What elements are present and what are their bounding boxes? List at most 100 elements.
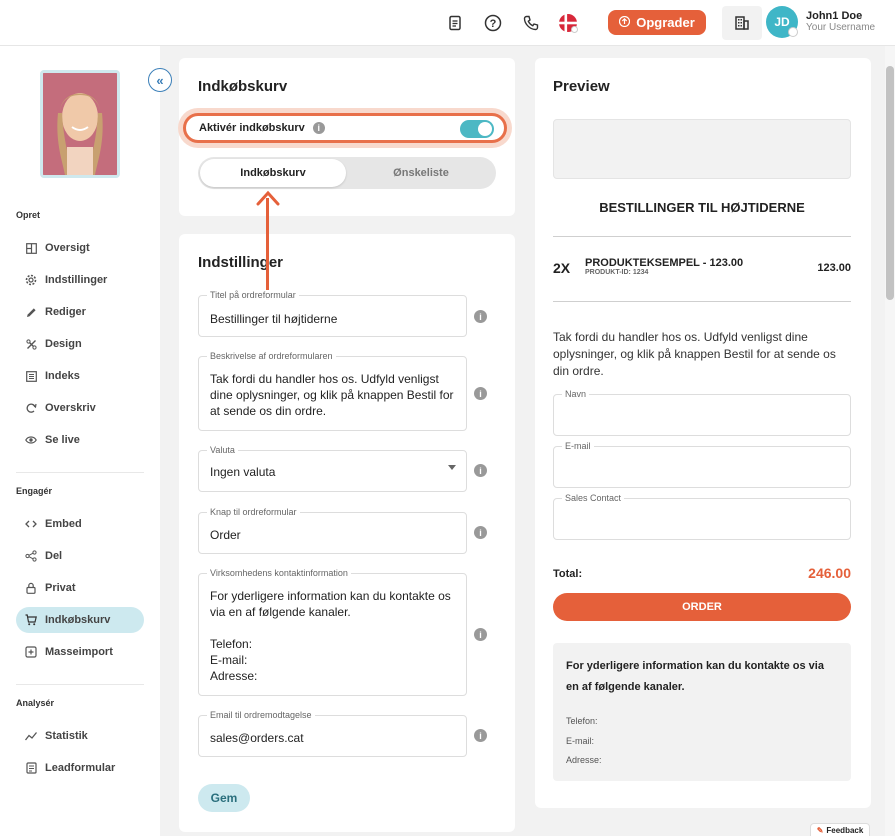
sidebar-item-label: Overskriv (45, 402, 96, 414)
settings-title: Indstillinger (198, 254, 284, 271)
field-value: For yderligere information kan du kontak… (210, 589, 451, 683)
preview-divider (553, 301, 851, 302)
upgrade-button[interactable]: Opgrader (608, 10, 706, 35)
save-button[interactable]: Gem (198, 784, 250, 812)
info-icon[interactable]: i (474, 310, 487, 323)
scrollbar[interactable] (885, 46, 895, 836)
feedback-button[interactable]: ✎ Feedback (810, 823, 870, 836)
field-label: Navn (562, 389, 590, 399)
currency-select[interactable]: Valuta Ingen valuta (198, 445, 467, 492)
sidebar-item-design[interactable]: Design (16, 331, 144, 357)
preview-contact-phone: Telefon: (566, 716, 598, 726)
danish-flag-icon[interactable] (557, 12, 579, 34)
preview-product-id: PRODUKT-ID: 1234 (585, 269, 649, 276)
building-icon[interactable] (722, 6, 762, 40)
field-value: Ingen valuta (210, 465, 276, 479)
form-icon (25, 762, 37, 774)
preview-contact-box: For yderligere information kan du kontak… (553, 643, 851, 781)
double-chevron-left-icon: « (156, 72, 164, 88)
order-form-description-field[interactable]: Beskrivelse af ordreformularen Tak fordi… (198, 351, 467, 431)
collapse-sidebar-button[interactable]: « (148, 68, 172, 92)
tab-cart[interactable]: Indkøbskurv (200, 159, 346, 187)
sidebar-item-oversigt[interactable]: Oversigt (16, 235, 144, 261)
sidebar-item-label: Rediger (45, 306, 86, 318)
cart-mode-tabs: Indkøbskurv Ønskeliste (198, 157, 496, 189)
phone-icon[interactable] (520, 12, 542, 34)
sidebar-item-label: Privat (45, 582, 76, 594)
sidebar-item-rediger[interactable]: Rediger (16, 299, 144, 325)
order-form-title-field[interactable]: Titel på ordreformular Bestillinger til … (198, 290, 467, 337)
top-bar: ? Opgrader JD John1 Doe Your Username (0, 0, 895, 46)
info-icon[interactable]: i (474, 729, 487, 742)
preview-contact-email: E-mail: (566, 736, 595, 746)
field-label: Titel på ordreformular (207, 290, 299, 300)
annotation-arrow (266, 198, 269, 290)
enable-cart-label: Aktivér indkøbskurv (199, 122, 305, 134)
stats-icon (25, 730, 37, 742)
field-label: Beskrivelse af ordreformularen (207, 351, 336, 361)
sidebar-item-label: Indstillinger (45, 274, 108, 286)
share-icon (25, 550, 37, 562)
import-icon (25, 646, 37, 658)
order-email-field[interactable]: Email til ordremodtagelse sales@orders.c… (198, 710, 467, 757)
sidebar-item-label: Indeks (45, 370, 80, 382)
user-username: Your Username (806, 22, 876, 33)
tab-wishlist[interactable]: Ønskeliste (348, 159, 494, 187)
sidebar-item-overskriv[interactable]: Overskriv (16, 395, 144, 421)
sidebar-item-label: Leadformular (45, 762, 116, 774)
lock-icon (25, 582, 37, 594)
scrollbar-thumb[interactable] (886, 66, 894, 300)
sidebar-item-leadformular[interactable]: Leadformular (16, 755, 144, 781)
sidebar-item-label: Indkøbskurv (45, 614, 111, 626)
preview-contact-title: For yderligere information kan du kontak… (566, 660, 824, 693)
section-engager: Engagér (16, 486, 53, 496)
company-contact-field[interactable]: Virksomhedens kontaktinformation For yde… (198, 568, 467, 696)
info-icon[interactable]: i (474, 628, 487, 641)
design-icon (25, 338, 37, 350)
sidebar-item-embed[interactable]: Embed (16, 511, 144, 537)
cart-icon (25, 614, 37, 626)
enable-cart-row: Aktivér indkøbskurv i (183, 113, 507, 143)
arrow-up-icon (619, 15, 631, 30)
sidebar-item-masseimport[interactable]: Masseimport (16, 639, 144, 665)
field-value: sales@orders.cat (210, 731, 304, 745)
feedback-icon: ✎ (816, 825, 824, 835)
enable-cart-toggle[interactable] (460, 120, 494, 138)
preview-name-input[interactable]: Navn (553, 389, 851, 436)
feedback-label: Feedback (826, 825, 864, 835)
info-icon[interactable]: i (474, 464, 487, 477)
sidebar-item-label: Masseimport (45, 646, 113, 658)
flipbook-thumbnail[interactable] (40, 70, 120, 178)
eye-icon (25, 434, 37, 446)
sidebar-item-label: Statistik (45, 730, 88, 742)
document-icon[interactable] (444, 12, 466, 34)
help-icon[interactable]: ? (482, 12, 504, 34)
sidebar: Opret Oversigt Indstillinger Rediger Des… (0, 46, 160, 836)
field-value: Tak fordi du handler hos os. Udfyld venl… (210, 372, 454, 418)
sidebar-item-indkobskurv[interactable]: Indkøbskurv (16, 607, 144, 633)
sidebar-item-indeks[interactable]: Indeks (16, 363, 144, 389)
sidebar-item-label: Oversigt (45, 242, 90, 254)
settings-icon (25, 274, 37, 286)
preview-sales-contact-input[interactable]: Sales Contact (553, 493, 851, 540)
info-icon[interactable]: i (474, 387, 487, 400)
preview-quantity: 2X (553, 260, 571, 276)
preview-email-input[interactable]: E-mail (553, 441, 851, 488)
sidebar-item-label: Del (45, 550, 63, 562)
sidebar-item-indstillinger[interactable]: Indstillinger (16, 267, 144, 293)
info-icon[interactable]: i (474, 526, 487, 539)
sidebar-divider (16, 684, 144, 685)
preview-title: Preview (553, 78, 610, 95)
sidebar-item-privat[interactable]: Privat (16, 575, 144, 601)
field-label: Email til ordremodtagelse (207, 710, 315, 720)
chevron-down-icon (448, 465, 456, 470)
sidebar-item-del[interactable]: Del (16, 543, 144, 569)
preview-divider (553, 236, 851, 237)
preview-banner (553, 119, 851, 179)
sidebar-item-se-live[interactable]: Se live (16, 427, 144, 453)
info-icon[interactable]: i (312, 122, 325, 134)
sidebar-item-label: Se live (45, 434, 80, 446)
order-button-field[interactable]: Knap til ordreformular Order (198, 507, 467, 554)
order-button[interactable]: ORDER (553, 593, 851, 621)
sidebar-item-statistik[interactable]: Statistik (16, 723, 144, 749)
